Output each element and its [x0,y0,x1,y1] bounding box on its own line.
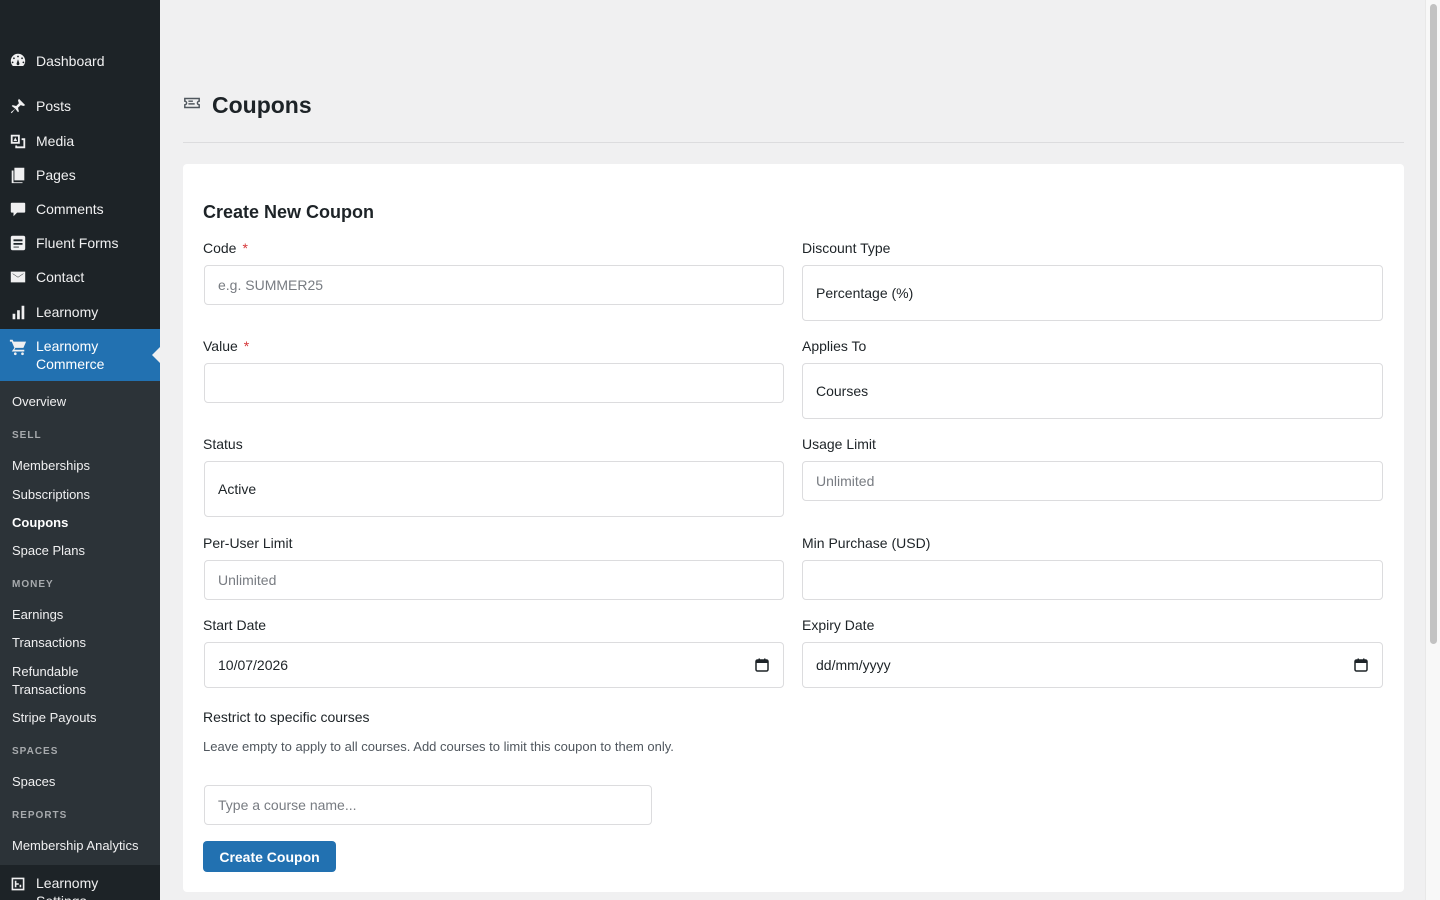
code-input[interactable]: e.g. SUMMER25 [204,265,784,305]
sidebar-item-pages[interactable]: Pages [0,163,160,187]
dashboard-icon [8,51,28,71]
media-icon [8,131,28,151]
code-label-text: Code [203,240,237,256]
expiry-date-value: dd/mm/yyyy [816,657,891,673]
envelope-icon [8,267,28,287]
start-date-value: 10/07/2026 [218,657,289,673]
scrollbar-thumb[interactable] [1430,4,1437,644]
submenu-heading-reports: REPORTS [12,810,68,821]
discount-type-select[interactable]: Percentage (%) [802,265,1383,321]
chart-bars-icon [8,302,28,322]
applies-to-label: Applies To [802,338,867,354]
header-divider [183,142,1404,143]
sidebar-item-label: Pages [36,167,76,183]
submenu-item-refundable-transactions[interactable]: Refundable Transactions [12,663,86,699]
sidebar-active-label-line1: Learnomy [36,338,99,354]
sidebar-item-comments[interactable]: Comments [0,197,160,221]
comment-icon [8,199,28,219]
sidebar-item-label: Media [36,133,75,149]
submenu-item-coupons[interactable]: Coupons [12,514,68,532]
settings-grid-icon [8,874,28,894]
forms-icon [8,233,28,253]
create-coupon-button[interactable]: Create Coupon [203,841,336,872]
sidebar-item-label: Comments [36,201,104,217]
sidebar-item-label: Fluent Forms [36,235,119,251]
value-label-text: Value [203,338,238,354]
calendar-icon[interactable] [755,658,769,672]
sidebar-item-learnomy-commerce[interactable]: Learnomy Commerce [0,329,160,381]
course-search-input[interactable]: Type a course name... [204,785,652,825]
code-label: Code * [203,240,248,256]
sidebar-item-label: Learnomy Commerce [36,337,104,373]
sidebar-item-label: Learnomy [36,304,99,320]
sidebar-item-contact[interactable]: Contact [0,265,160,289]
restrict-courses-label: Restrict to specific courses [203,709,370,725]
sidebar-item-learnomy-settings[interactable]: Learnomy Settings [0,865,160,900]
page-scrollbar[interactable] [1425,0,1440,900]
required-mark: * [243,338,250,354]
usage-limit-input[interactable]: Unlimited [802,461,1383,501]
sidebar-item-fluent-forms[interactable]: Fluent Forms [0,231,160,255]
page-header: Coupons [183,92,312,119]
create-coupon-card: Create New Coupon Code * e.g. SUMMER25 Di… [183,164,1404,892]
submenu-item-membership-analytics[interactable]: Membership Analytics [12,837,138,855]
sidebar-item-label: Dashboard [36,53,105,69]
start-date-label: Start Date [203,617,267,633]
sidebar-item-posts[interactable]: Posts [0,94,160,118]
bottom-label-line1: Learnomy [36,875,99,891]
submenu-item-transactions[interactable]: Transactions [12,634,86,652]
per-user-limit-label: Per-User Limit [203,535,293,551]
submenu-heading-sell: SELL [12,430,42,441]
required-mark: * [242,240,248,256]
submenu-item-earnings[interactable]: Earnings [12,606,63,624]
applies-to-select[interactable]: Courses [802,363,1383,419]
value-input[interactable] [204,363,784,403]
usage-limit-label: Usage Limit [802,436,876,452]
status-label: Status [203,436,243,452]
min-purchase-label: Min Purchase (USD) [802,535,931,551]
submenu-label-line1: Refundable [12,664,79,679]
submenu-item-overview[interactable]: Overview [12,393,66,411]
restrict-courses-help: Leave empty to apply to all courses. Add… [203,739,674,754]
expiry-date-input[interactable]: dd/mm/yyyy [802,642,1383,688]
ticket-icon [183,94,201,117]
commerce-submenu: Overview SELL Memberships Subscriptions … [0,381,160,865]
submenu-heading-spaces: SPACES [12,746,59,757]
submenu-heading-money: MONEY [12,579,54,590]
calendar-icon[interactable] [1354,658,1368,672]
submenu-item-space-plans[interactable]: Space Plans [12,542,85,560]
sidebar-item-dashboard[interactable]: Dashboard [0,49,160,73]
pin-icon [8,96,28,116]
min-purchase-input[interactable] [802,560,1383,600]
form-title: Create New Coupon [203,202,375,222]
admin-sidebar: Dashboard Posts Media Pages Comments Flu… [0,0,160,900]
pages-icon [8,165,28,185]
cart-icon [8,337,28,357]
per-user-limit-input[interactable]: Unlimited [204,560,784,600]
sidebar-item-media[interactable]: Media [0,129,160,153]
submenu-item-spaces[interactable]: Spaces [12,773,55,791]
sidebar-item-label: Contact [36,269,85,285]
submenu-item-stripe-payouts[interactable]: Stripe Payouts [12,709,97,727]
start-date-input[interactable]: 10/07/2026 [204,642,784,688]
submenu-item-subscriptions[interactable]: Subscriptions [12,486,90,504]
submenu-label-line2: Transactions [12,682,86,697]
submenu-item-memberships[interactable]: Memberships [12,457,90,475]
value-label: Value * [203,338,249,354]
sidebar-item-label: Posts [36,98,72,114]
status-select[interactable]: Active [204,461,784,517]
expiry-date-label: Expiry Date [802,617,875,633]
sidebar-item-label: Learnomy Settings [36,874,98,900]
sidebar-active-label-line2: Commerce [36,356,105,372]
discount-type-label: Discount Type [802,240,891,256]
bottom-label-line2: Settings [36,892,98,900]
page-title: Coupons [212,92,312,118]
active-indicator-arrow [152,347,160,363]
sidebar-item-learnomy[interactable]: Learnomy [0,300,160,324]
